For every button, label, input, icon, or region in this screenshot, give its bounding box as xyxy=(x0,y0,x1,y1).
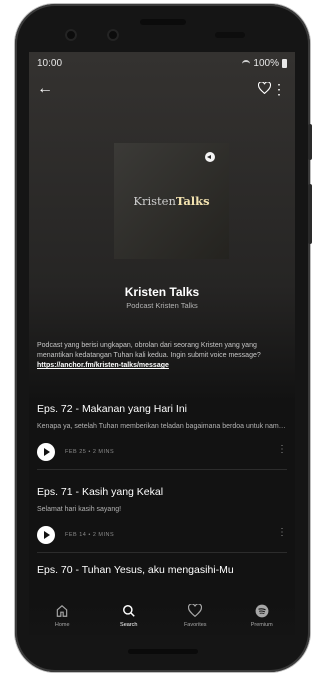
podcast-cover-art: KristenTalks xyxy=(114,143,229,259)
episode-title[interactable]: Eps. 70 - Tuhan Yesus, aku mengasihi-Mu xyxy=(37,564,287,576)
nav-search[interactable]: Search xyxy=(96,598,163,635)
submit-message-link[interactable]: https://anchor.fm/kristen-talks/message xyxy=(37,362,169,369)
cover-logo-part-1: Kristen xyxy=(133,194,176,208)
battery-percent: 100% xyxy=(253,58,279,69)
bottom-navigation: Home Search Favorites Premium xyxy=(29,598,295,635)
description-text: Podcast yang berisi ungkapan, obrolan da… xyxy=(37,342,261,359)
play-button[interactable] xyxy=(37,526,55,544)
back-arrow-icon[interactable]: ← xyxy=(37,80,53,98)
nav-favorites[interactable]: Favorites xyxy=(162,598,229,635)
top-bar: ← ⋮ xyxy=(29,80,295,102)
episode-meta: FEB 14 • 2 MINS xyxy=(65,532,115,538)
episode-title[interactable]: Eps. 71 - Kasih yang Kekal xyxy=(37,486,287,498)
episode-description: Selamat hari kasih sayang! xyxy=(37,506,122,513)
episode-title[interactable]: Eps. 72 - Makanan yang Hari Ini xyxy=(37,403,287,415)
episode-item[interactable]: Eps. 71 - Kasih yang Kekal Selamat hari … xyxy=(37,486,287,553)
nav-search-label: Search xyxy=(120,622,138,628)
status-time: 10:00 xyxy=(37,58,63,69)
nav-favorites-label: Favorites xyxy=(183,622,207,628)
nav-home[interactable]: Home xyxy=(29,598,96,635)
episode-more-icon[interactable]: ⋮ xyxy=(277,528,287,538)
search-icon xyxy=(122,604,136,623)
podcast-description: Podcast yang berisi ungkapan, obrolan da… xyxy=(37,341,287,371)
speaker-icon xyxy=(205,152,215,162)
earpiece-speaker xyxy=(139,19,186,25)
episode-item[interactable]: Eps. 72 - Makanan yang Hari Ini Kenapa y… xyxy=(37,403,287,470)
battery-icon xyxy=(282,59,287,68)
bottom-speaker xyxy=(127,649,198,654)
nav-home-label: Home xyxy=(54,622,70,628)
episode-meta: FEB 25 • 2 MINS xyxy=(65,449,115,455)
volume-button xyxy=(308,184,312,244)
power-button xyxy=(308,124,312,160)
heart-icon[interactable] xyxy=(257,81,272,99)
more-options-icon[interactable]: ⋮ xyxy=(272,82,286,96)
app-screen: 10:00 100% ← ⋮ KristenTalks Kristen Talk… xyxy=(29,52,295,635)
episode-item[interactable]: Eps. 70 - Tuhan Yesus, aku mengasihi-Mu xyxy=(37,564,287,576)
divider xyxy=(37,552,287,553)
cover-logo-part-2: Talks xyxy=(175,194,210,208)
episode-more-icon[interactable]: ⋮ xyxy=(277,445,287,455)
status-bar: 10:00 100% xyxy=(29,52,295,74)
divider xyxy=(37,469,287,470)
podcast-title: Kristen Talks xyxy=(124,285,200,299)
cover-logo: KristenTalks xyxy=(114,194,229,208)
episode-description: Kenapa ya, setelah Tuhan memberikan tela… xyxy=(37,423,287,430)
front-camera xyxy=(65,29,77,41)
wifi-icon xyxy=(242,59,251,68)
podcast-subtitle: Podcast Kristen Talks xyxy=(126,301,198,310)
spotify-icon xyxy=(255,604,269,623)
home-icon xyxy=(55,604,69,623)
heart-icon xyxy=(188,603,203,622)
front-sensor xyxy=(107,29,119,41)
nav-premium-label: Premium xyxy=(250,622,273,628)
proximity-sensor xyxy=(215,32,245,38)
nav-premium[interactable]: Premium xyxy=(229,598,296,635)
play-button[interactable] xyxy=(37,443,55,461)
